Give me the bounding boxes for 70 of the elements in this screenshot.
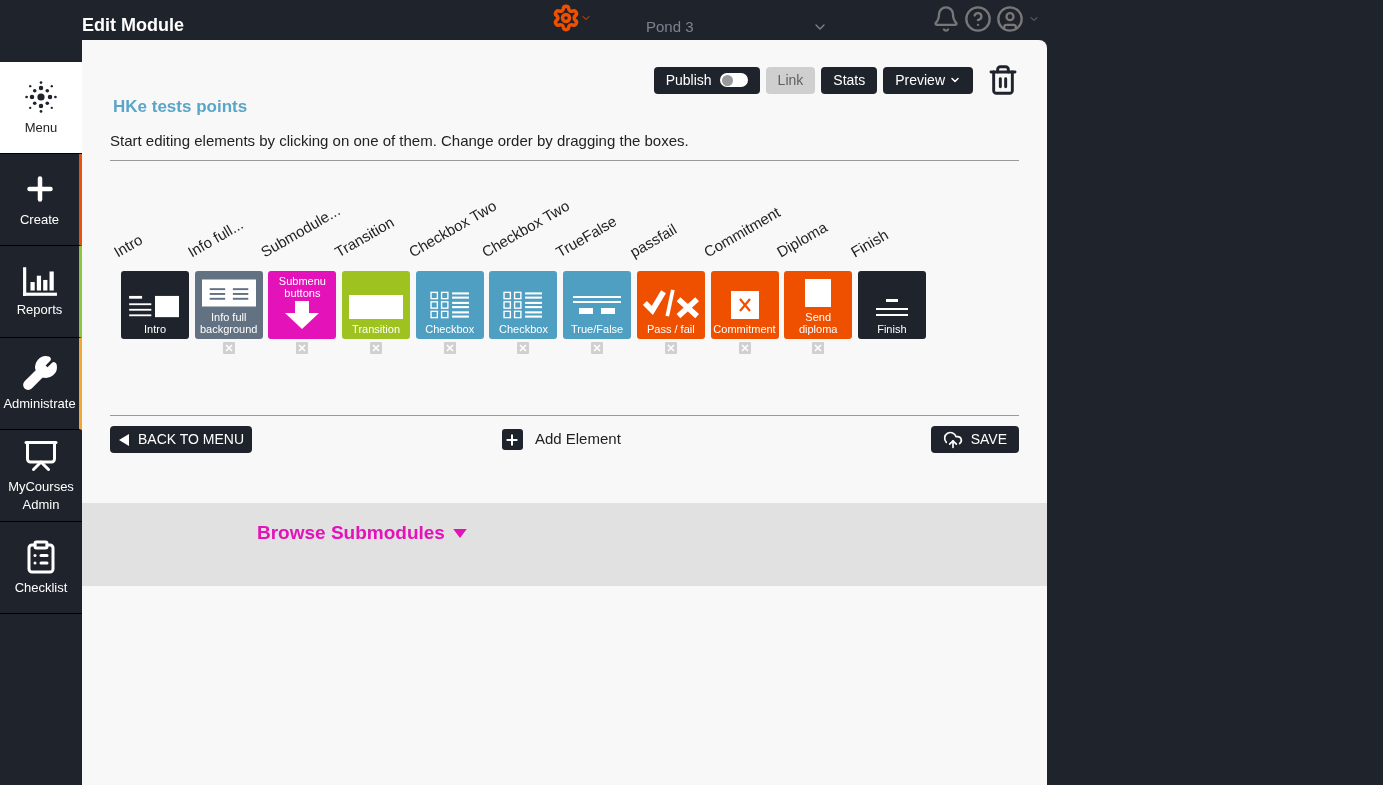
tile-label: Submenu buttons (277, 275, 327, 299)
left-triangle-icon (118, 433, 130, 446)
sidebar-label: Administrate (3, 394, 76, 413)
checklist-icon (503, 291, 544, 319)
element-tile[interactable]: Info full background (194, 271, 263, 339)
remove-icon[interactable] (222, 342, 235, 354)
element-tile[interactable]: Finish (857, 271, 926, 339)
layout-icon (129, 295, 181, 319)
caret-icon (452, 528, 467, 538)
element-tile[interactable]: Send diploma (784, 271, 853, 339)
user-icon[interactable] (996, 5, 1024, 33)
remove-icon[interactable] (443, 342, 456, 354)
trash-icon[interactable] (987, 64, 1019, 96)
down-arrow-icon (284, 301, 321, 329)
remove-icon[interactable] (591, 342, 604, 354)
module-title: HKe tests points (113, 97, 248, 116)
tile-label: Info full background (198, 311, 259, 335)
gear-icon (552, 4, 580, 32)
tile-label: Pass / fail (645, 323, 696, 335)
sidebar-label: Reports (16, 300, 63, 319)
sidebar-label: Create (20, 210, 59, 229)
tile-label: Commitment (712, 323, 777, 335)
publish-button[interactable]: Publish (653, 66, 760, 94)
element-name: Intro (109, 229, 147, 262)
settings-button[interactable] (552, 4, 592, 32)
tile-label: Intro (143, 323, 167, 335)
rectangle-icon (349, 295, 404, 319)
remove-icon[interactable] (370, 342, 383, 354)
organization-dropdown[interactable]: Pond 3 (646, 16, 828, 39)
cross-box-icon (730, 291, 759, 319)
bar-chart-icon (21, 264, 58, 297)
wrench-icon (21, 354, 58, 391)
toggle-switch[interactable] (719, 73, 748, 87)
sidebar-label: MyCourses Admin (8, 477, 74, 514)
stats-button[interactable]: Stats (821, 66, 878, 94)
element-name: Info full... (183, 213, 247, 262)
tile-label: Finish (876, 323, 908, 335)
instructions-text: Start editing elements by clicking on one of them. Change order by dragging the boxes. (110, 129, 1019, 161)
remove-icon[interactable] (812, 342, 825, 354)
remove-icon[interactable] (664, 342, 677, 354)
sidebar-label: Checklist (14, 578, 68, 597)
tile-label: Transition (351, 323, 401, 335)
checklist-icon (429, 291, 470, 319)
tile-label: Checkbox (497, 323, 549, 335)
help-icon[interactable] (964, 5, 992, 33)
cloud-upload-icon (942, 429, 963, 450)
add-element-button[interactable]: Add Element (501, 428, 621, 451)
element-tile[interactable]: Pass / fail (636, 271, 705, 339)
element-tile[interactable]: Submenu buttons (268, 271, 337, 339)
page-title: Edit Module (82, 13, 184, 37)
tile-label: Send diploma (797, 311, 839, 335)
remove-icon[interactable] (517, 342, 530, 354)
sidebar-item[interactable]: Menu (0, 62, 82, 154)
dots-icon (23, 78, 59, 115)
check-cross-icon (642, 287, 699, 319)
element-tile[interactable]: Intro (121, 271, 189, 339)
back-button[interactable]: BACK TO MENU (110, 426, 253, 453)
remove-icon[interactable] (296, 342, 309, 354)
tile-label: True/False (570, 323, 625, 335)
notifications-icon[interactable] (932, 5, 960, 33)
plus-icon (501, 429, 523, 450)
remove-icon[interactable] (738, 342, 751, 354)
preview-button[interactable]: Preview (883, 66, 973, 94)
lines-icon (875, 299, 908, 319)
page-icon (805, 279, 832, 307)
sidebar-label: Menu (24, 118, 58, 137)
save-button[interactable]: SAVE (930, 426, 1019, 453)
document-icon (201, 279, 256, 307)
element-tile[interactable]: Commitment (710, 271, 779, 339)
tile-label: Checkbox (424, 323, 476, 335)
